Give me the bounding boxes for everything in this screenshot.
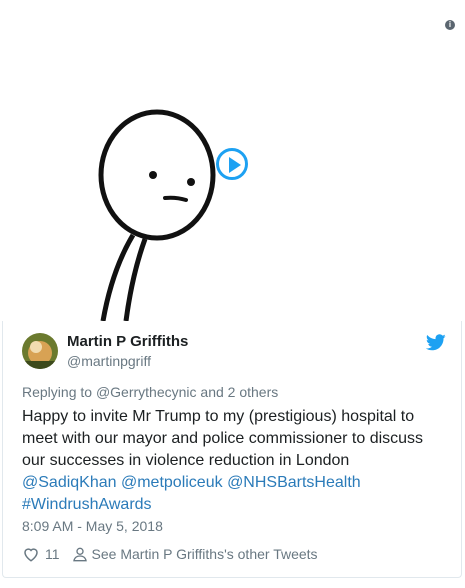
person-icon: [72, 546, 88, 562]
tweet-timestamp[interactable]: 8:09 AM - May 5, 2018: [22, 518, 163, 534]
hashtag-windrushawards[interactable]: #WindrushAwards: [22, 496, 152, 513]
author-name[interactable]: Martin P Griffiths: [67, 333, 188, 350]
play-icon: [229, 157, 241, 173]
like-count[interactable]: 11: [45, 546, 60, 562]
info-icon[interactable]: i: [445, 20, 455, 30]
author-handle[interactable]: @martinpgriff: [67, 353, 151, 369]
play-button[interactable]: [216, 148, 248, 180]
mention-sadiqkhan[interactable]: @SadiqKhan: [22, 474, 117, 491]
mention-nhsbartshealth[interactable]: @NHSBartsHealth: [227, 474, 361, 491]
tweet-actions: 11 See Martin P Griffiths's other Tweets: [22, 545, 318, 563]
tweet-media[interactable]: i: [0, 0, 465, 321]
replying-suffix[interactable]: and 2 others: [197, 384, 278, 400]
other-tweets-link[interactable]: See Martin P Griffiths's other Tweets: [92, 546, 318, 562]
replying-prefix: Replying to: [22, 384, 96, 400]
avatar[interactable]: [22, 333, 58, 369]
tweet-text: Happy to invite Mr Trump to my (prestigi…: [22, 406, 432, 516]
heart-icon[interactable]: [22, 545, 40, 563]
replying-to: Replying to @Gerrythecynic and 2 others: [22, 384, 278, 400]
tweet-card: Martin P Griffiths @martinpgriff Replyin…: [2, 321, 462, 578]
tweet-text-body: Happy to invite Mr Trump to my (prestigi…: [22, 408, 424, 469]
twitter-bird-icon[interactable]: [425, 334, 446, 356]
mention-metpoliceuk[interactable]: @metpoliceuk: [121, 474, 223, 491]
replying-to-link[interactable]: @Gerrythecynic: [96, 384, 197, 400]
